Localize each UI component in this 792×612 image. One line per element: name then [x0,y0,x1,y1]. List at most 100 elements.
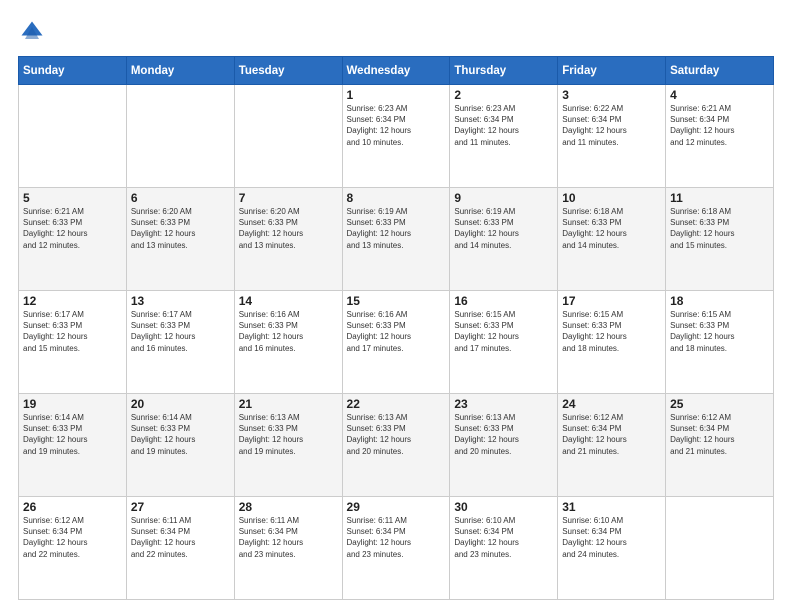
day-info: Sunrise: 6:21 AM Sunset: 6:33 PM Dayligh… [23,206,122,251]
calendar-cell: 4Sunrise: 6:21 AM Sunset: 6:34 PM Daylig… [666,85,774,188]
day-info: Sunrise: 6:23 AM Sunset: 6:34 PM Dayligh… [347,103,446,148]
calendar-cell: 1Sunrise: 6:23 AM Sunset: 6:34 PM Daylig… [342,85,450,188]
calendar-cell: 18Sunrise: 6:15 AM Sunset: 6:33 PM Dayli… [666,291,774,394]
weekday-header: Friday [558,57,666,85]
calendar-cell [126,85,234,188]
calendar-cell: 21Sunrise: 6:13 AM Sunset: 6:33 PM Dayli… [234,394,342,497]
day-number: 17 [562,294,661,308]
day-info: Sunrise: 6:13 AM Sunset: 6:33 PM Dayligh… [454,412,553,457]
day-info: Sunrise: 6:17 AM Sunset: 6:33 PM Dayligh… [131,309,230,354]
day-number: 16 [454,294,553,308]
day-info: Sunrise: 6:22 AM Sunset: 6:34 PM Dayligh… [562,103,661,148]
weekday-header: Monday [126,57,234,85]
day-info: Sunrise: 6:10 AM Sunset: 6:34 PM Dayligh… [454,515,553,560]
day-info: Sunrise: 6:12 AM Sunset: 6:34 PM Dayligh… [562,412,661,457]
day-number: 22 [347,397,446,411]
day-info: Sunrise: 6:15 AM Sunset: 6:33 PM Dayligh… [562,309,661,354]
day-number: 26 [23,500,122,514]
day-info: Sunrise: 6:23 AM Sunset: 6:34 PM Dayligh… [454,103,553,148]
day-number: 31 [562,500,661,514]
day-number: 15 [347,294,446,308]
day-number: 8 [347,191,446,205]
calendar-cell: 14Sunrise: 6:16 AM Sunset: 6:33 PM Dayli… [234,291,342,394]
day-info: Sunrise: 6:18 AM Sunset: 6:33 PM Dayligh… [670,206,769,251]
day-number: 1 [347,88,446,102]
day-info: Sunrise: 6:19 AM Sunset: 6:33 PM Dayligh… [347,206,446,251]
calendar-cell [19,85,127,188]
day-number: 24 [562,397,661,411]
calendar-cell: 6Sunrise: 6:20 AM Sunset: 6:33 PM Daylig… [126,188,234,291]
calendar-cell: 24Sunrise: 6:12 AM Sunset: 6:34 PM Dayli… [558,394,666,497]
calendar-week-row: 26Sunrise: 6:12 AM Sunset: 6:34 PM Dayli… [19,497,774,600]
calendar-cell [666,497,774,600]
calendar-cell: 25Sunrise: 6:12 AM Sunset: 6:34 PM Dayli… [666,394,774,497]
calendar-cell: 22Sunrise: 6:13 AM Sunset: 6:33 PM Dayli… [342,394,450,497]
day-number: 14 [239,294,338,308]
day-info: Sunrise: 6:20 AM Sunset: 6:33 PM Dayligh… [239,206,338,251]
day-info: Sunrise: 6:17 AM Sunset: 6:33 PM Dayligh… [23,309,122,354]
calendar-cell: 12Sunrise: 6:17 AM Sunset: 6:33 PM Dayli… [19,291,127,394]
weekday-header: Tuesday [234,57,342,85]
calendar-cell: 20Sunrise: 6:14 AM Sunset: 6:33 PM Dayli… [126,394,234,497]
day-info: Sunrise: 6:12 AM Sunset: 6:34 PM Dayligh… [670,412,769,457]
day-number: 23 [454,397,553,411]
weekday-header: Sunday [19,57,127,85]
day-number: 13 [131,294,230,308]
day-number: 3 [562,88,661,102]
weekday-header: Wednesday [342,57,450,85]
calendar-cell: 10Sunrise: 6:18 AM Sunset: 6:33 PM Dayli… [558,188,666,291]
calendar-cell: 15Sunrise: 6:16 AM Sunset: 6:33 PM Dayli… [342,291,450,394]
logo-icon [18,18,46,46]
day-number: 4 [670,88,769,102]
calendar-cell: 8Sunrise: 6:19 AM Sunset: 6:33 PM Daylig… [342,188,450,291]
day-number: 7 [239,191,338,205]
weekday-header: Saturday [666,57,774,85]
calendar-cell: 11Sunrise: 6:18 AM Sunset: 6:33 PM Dayli… [666,188,774,291]
calendar-cell: 2Sunrise: 6:23 AM Sunset: 6:34 PM Daylig… [450,85,558,188]
day-info: Sunrise: 6:13 AM Sunset: 6:33 PM Dayligh… [347,412,446,457]
calendar-cell: 16Sunrise: 6:15 AM Sunset: 6:33 PM Dayli… [450,291,558,394]
day-number: 27 [131,500,230,514]
calendar-cell: 7Sunrise: 6:20 AM Sunset: 6:33 PM Daylig… [234,188,342,291]
calendar-week-row: 1Sunrise: 6:23 AM Sunset: 6:34 PM Daylig… [19,85,774,188]
day-info: Sunrise: 6:14 AM Sunset: 6:33 PM Dayligh… [23,412,122,457]
calendar-cell: 19Sunrise: 6:14 AM Sunset: 6:33 PM Dayli… [19,394,127,497]
day-number: 10 [562,191,661,205]
day-info: Sunrise: 6:19 AM Sunset: 6:33 PM Dayligh… [454,206,553,251]
day-info: Sunrise: 6:21 AM Sunset: 6:34 PM Dayligh… [670,103,769,148]
day-info: Sunrise: 6:20 AM Sunset: 6:33 PM Dayligh… [131,206,230,251]
day-info: Sunrise: 6:11 AM Sunset: 6:34 PM Dayligh… [347,515,446,560]
day-info: Sunrise: 6:11 AM Sunset: 6:34 PM Dayligh… [131,515,230,560]
calendar-cell: 3Sunrise: 6:22 AM Sunset: 6:34 PM Daylig… [558,85,666,188]
calendar-cell: 29Sunrise: 6:11 AM Sunset: 6:34 PM Dayli… [342,497,450,600]
day-number: 2 [454,88,553,102]
day-number: 20 [131,397,230,411]
day-number: 6 [131,191,230,205]
day-info: Sunrise: 6:15 AM Sunset: 6:33 PM Dayligh… [454,309,553,354]
day-info: Sunrise: 6:16 AM Sunset: 6:33 PM Dayligh… [239,309,338,354]
day-number: 11 [670,191,769,205]
calendar-cell: 31Sunrise: 6:10 AM Sunset: 6:34 PM Dayli… [558,497,666,600]
calendar-cell: 27Sunrise: 6:11 AM Sunset: 6:34 PM Dayli… [126,497,234,600]
day-info: Sunrise: 6:16 AM Sunset: 6:33 PM Dayligh… [347,309,446,354]
calendar-cell: 9Sunrise: 6:19 AM Sunset: 6:33 PM Daylig… [450,188,558,291]
day-number: 29 [347,500,446,514]
calendar-cell: 13Sunrise: 6:17 AM Sunset: 6:33 PM Dayli… [126,291,234,394]
day-info: Sunrise: 6:15 AM Sunset: 6:33 PM Dayligh… [670,309,769,354]
day-number: 25 [670,397,769,411]
weekday-header-row: SundayMondayTuesdayWednesdayThursdayFrid… [19,57,774,85]
day-info: Sunrise: 6:18 AM Sunset: 6:33 PM Dayligh… [562,206,661,251]
day-number: 21 [239,397,338,411]
page: SundayMondayTuesdayWednesdayThursdayFrid… [0,0,792,612]
header [18,18,774,46]
day-number: 9 [454,191,553,205]
day-info: Sunrise: 6:13 AM Sunset: 6:33 PM Dayligh… [239,412,338,457]
day-info: Sunrise: 6:14 AM Sunset: 6:33 PM Dayligh… [131,412,230,457]
calendar-cell: 5Sunrise: 6:21 AM Sunset: 6:33 PM Daylig… [19,188,127,291]
calendar-week-row: 12Sunrise: 6:17 AM Sunset: 6:33 PM Dayli… [19,291,774,394]
logo [18,18,50,46]
day-info: Sunrise: 6:12 AM Sunset: 6:34 PM Dayligh… [23,515,122,560]
day-number: 12 [23,294,122,308]
calendar-cell: 26Sunrise: 6:12 AM Sunset: 6:34 PM Dayli… [19,497,127,600]
day-number: 30 [454,500,553,514]
